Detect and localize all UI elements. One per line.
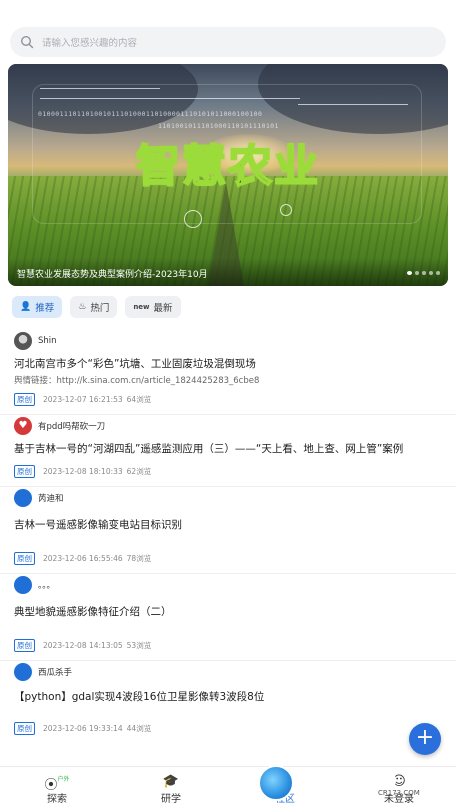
watermark-logo — [258, 765, 294, 801]
original-badge: 原创 — [14, 464, 35, 478]
tab-label: 热门 — [90, 303, 110, 314]
nav-explore[interactable]: ⦿户外 探索 — [0, 767, 114, 812]
post-meta: 原创 2023-12-06 16:55:46 78浏览 — [14, 548, 442, 568]
feed-tabs: 👤 推荐 ♨ 热门 new 最新 — [12, 296, 181, 318]
author-row[interactable]: 。。。 — [14, 574, 442, 596]
binary-text-2: 1101001011101000110101110101 — [158, 122, 279, 130]
post-time: 2023-12-08 18:10:33 — [43, 466, 123, 476]
author-name[interactable]: 。。。 — [38, 579, 55, 591]
avatar[interactable] — [14, 332, 32, 350]
list-item[interactable]: 芮迪和 吉林一号遥感影像输变电站目标识别 原创 2023-12-06 16:55… — [0, 487, 456, 574]
post-title[interactable]: 【python】gdal实现4波段16位卫星影像转3波段8位 — [14, 689, 442, 706]
author-row[interactable]: Shin — [14, 330, 442, 352]
tab-label: 推荐 — [35, 303, 55, 314]
tab-latest[interactable]: new 最新 — [125, 296, 181, 318]
post-title[interactable]: 吉林一号遥感影像输变电站目标识别 — [14, 517, 442, 534]
post-meta: 原创 2023-12-07 16:21:53 64浏览 — [14, 389, 442, 409]
carousel-dot[interactable] — [436, 271, 440, 275]
list-item[interactable]: 西瓜杀手 【python】gdal实现4波段16位卫星影像转3波段8位 原创 2… — [0, 661, 456, 738]
original-badge: 原创 — [14, 551, 35, 565]
banner-carousel[interactable]: 0100011101101001011101000110100001110101… — [8, 64, 448, 286]
author-row[interactable]: ♥ 有pdd吗帮砍一刀 — [14, 415, 442, 437]
new-icon: new — [133, 303, 150, 311]
post-meta: 原创 2023-12-08 14:13:05 53浏览 — [14, 635, 442, 655]
hud-line — [298, 104, 408, 105]
banner-caption: 智慧农业发展态势及典型案例介绍-2023年10月 — [17, 270, 208, 280]
compass-icon: ⦿户外 — [44, 776, 70, 793]
nav-study[interactable]: 🎓 研学 — [114, 767, 228, 812]
list-item[interactable]: Shin 河北南宫市多个“彩色”坑塘、工业固废垃圾混倒现场 舆情链接：http:… — [0, 330, 456, 415]
tab-recommend[interactable]: 👤 推荐 — [12, 296, 63, 318]
post-link[interactable]: 舆情链接：http://k.sina.com.cn/article_182442… — [14, 374, 442, 386]
hud-circle-icon — [280, 204, 292, 216]
author-name[interactable]: 芮迪和 — [38, 492, 64, 504]
original-badge: 原创 — [14, 392, 35, 406]
avatar[interactable] — [14, 489, 32, 507]
avatar[interactable] — [14, 663, 32, 681]
post-time: 2023-12-06 16:55:46 — [43, 553, 123, 563]
outdoor-badge: 户外 — [57, 776, 70, 783]
hud-line — [40, 88, 160, 89]
author-row[interactable]: 西瓜杀手 — [14, 661, 442, 683]
nav-label: 研学 — [161, 794, 181, 805]
user-icon: 👤 — [20, 302, 32, 312]
post-views: 53浏览 — [126, 640, 152, 650]
post-time: 2023-12-07 16:21:53 — [43, 394, 123, 404]
avatar[interactable] — [14, 576, 32, 594]
post-time: 2023-12-06 19:33:14 — [43, 723, 123, 733]
avatar[interactable]: ♥ — [14, 417, 32, 435]
original-badge: 原创 — [14, 721, 35, 735]
watermark: 西西软件园 CR173.COM — [258, 763, 438, 803]
tab-hot[interactable]: ♨ 热门 — [70, 296, 118, 318]
author-name[interactable]: 有pdd吗帮砍一刀 — [38, 420, 105, 432]
carousel-indicator[interactable] — [407, 271, 440, 275]
carousel-dot[interactable] — [415, 271, 419, 275]
post-meta: 原创 2023-12-08 18:10:33 62浏览 — [14, 461, 442, 481]
author-name[interactable]: Shin — [38, 336, 57, 346]
carousel-dot[interactable] — [407, 271, 412, 275]
post-time: 2023-12-08 14:13:05 — [43, 640, 123, 650]
post-feed: Shin 河北南宫市多个“彩色”坑塘、工业固废垃圾混倒现场 舆情链接：http:… — [0, 330, 456, 743]
post-views: 44浏览 — [126, 723, 152, 733]
carousel-dot[interactable] — [422, 271, 426, 275]
original-badge: 原创 — [14, 638, 35, 652]
search-bar[interactable]: 请输入您感兴趣的内容 — [10, 27, 446, 57]
hud-line — [40, 98, 300, 99]
search-placeholder: 请输入您感兴趣的内容 — [42, 38, 138, 49]
author-name[interactable]: 西瓜杀手 — [38, 666, 72, 678]
post-title[interactable]: 河北南宫市多个“彩色”坑塘、工业固废垃圾混倒现场 — [14, 356, 442, 373]
watermark-url: CR173.COM — [378, 789, 420, 797]
author-row[interactable]: 芮迪和 — [14, 487, 442, 509]
post-views: 64浏览 — [126, 394, 152, 404]
post-title[interactable]: 基于吉林一号的“河湖四乱”遥感监测应用（三）——“天上看、地上查、网上管”案例 — [14, 441, 442, 458]
list-item[interactable]: ♥ 有pdd吗帮砍一刀 基于吉林一号的“河湖四乱”遥感监测应用（三）——“天上看… — [0, 415, 456, 487]
add-post-button[interactable]: + — [409, 723, 441, 755]
carousel-dot[interactable] — [429, 271, 433, 275]
hud-circle-icon — [184, 210, 202, 228]
post-meta: 原创 2023-12-06 19:33:14 44浏览 — [14, 718, 442, 738]
nav-label: 探索 — [47, 794, 67, 805]
post-views: 62浏览 — [126, 466, 152, 476]
flame-icon: ♨ — [78, 302, 87, 312]
list-item[interactable]: 。。。 典型地貌遥感影像特征介绍（二） 原创 2023-12-08 14:13:… — [0, 574, 456, 661]
post-views: 78浏览 — [126, 553, 152, 563]
binary-text: 0100011101101001011101000110100001110101… — [38, 110, 263, 118]
tab-label: 最新 — [153, 303, 173, 314]
search-icon — [20, 35, 34, 49]
post-title[interactable]: 典型地貌遥感影像特征介绍（二） — [14, 604, 442, 621]
graduation-cap-icon: 🎓 — [162, 774, 180, 789]
banner-title: 智慧农业 — [135, 140, 320, 193]
